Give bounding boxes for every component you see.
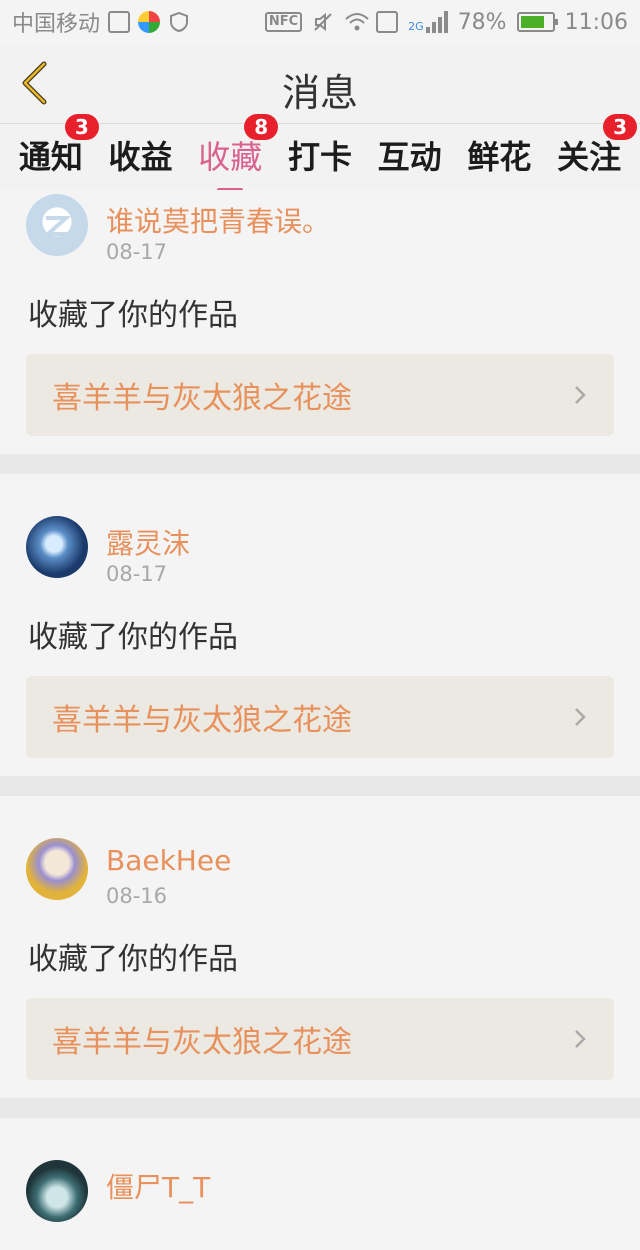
tab-checkin[interactable]: 打卡 [288,126,352,188]
tab-favorites[interactable]: 收藏 8 [198,114,279,192]
chevron-right-icon [575,1030,586,1048]
username[interactable]: 谁说莫把青春误。 [106,200,330,240]
list-item: BaekHee 08-16 收藏了你的作品 喜羊羊与灰太狼之花途 [0,796,640,1118]
nfc-icon: NFC [264,12,303,32]
action-text: 收藏了你的作品 [28,298,238,333]
page-title: 消息 [281,71,358,115]
tab-flowers[interactable]: 鲜花 [467,126,531,188]
work-link[interactable]: 喜羊羊与灰太狼之花途 [26,676,614,758]
clock: 11:06 [564,9,628,35]
unread-badge: 3 [603,114,638,140]
action-text: 收藏了你的作品 [28,620,238,655]
username[interactable]: 露灵沫 [106,522,190,562]
mute-icon [312,11,334,33]
tab-interactions[interactable]: 互动 [378,126,442,188]
signal-icon [425,11,448,33]
shield-icon [168,11,190,33]
sim-icon [376,11,399,33]
work-link[interactable]: 喜羊羊与灰太狼之花途 [26,354,614,436]
tab-bar: 通知 3 收益 收藏 8 打卡 互动 鲜花 关注 3 [0,114,640,192]
list-item: 露灵沫 08-17 收藏了你的作品 喜羊羊与灰太狼之花途 [0,474,640,796]
timestamp: 08-16 [106,884,168,908]
avatar[interactable] [26,194,88,256]
chevron-right-icon [575,386,586,404]
tab-notifications[interactable]: 通知 3 [18,114,99,188]
tab-label: 收藏 [198,138,263,176]
username[interactable]: BaekHee [106,844,231,877]
avatar[interactable] [26,1160,88,1222]
image-notification-icon [108,11,131,33]
message-feed: 谁说莫把青春误。 08-17 收藏了你的作品 喜羊羊与灰太狼之花途 露灵沫 08… [0,190,640,1250]
wifi-icon [344,11,369,33]
chevron-right-icon [575,708,586,726]
status-bar: 中国移动 NFC 2G 78% 11:06 [0,0,640,44]
battery-percent: 78% [457,9,507,35]
tab-earnings[interactable]: 收益 [109,126,173,188]
tab-label: 鲜花 [467,138,532,176]
carrier-label: 中国移动 [12,12,101,37]
list-item: 谁说莫把青春误。 08-17 收藏了你的作品 喜羊羊与灰太狼之花途 [0,190,640,474]
unread-badge: 3 [64,114,99,140]
work-title: 喜羊羊与灰太狼之花途 [52,703,352,738]
battery-icon [516,12,558,32]
username[interactable]: 僵尸T_T [106,1166,210,1206]
signal-group: 2G [408,11,448,33]
avatar[interactable] [26,838,88,900]
app-notification-icon [138,11,161,33]
unread-badge: 8 [244,114,279,140]
tab-label: 收益 [108,138,173,176]
work-title: 喜羊羊与灰太狼之花途 [52,1025,352,1060]
app-header: 消息 [0,44,640,124]
timestamp: 08-17 [106,562,168,586]
avatar[interactable] [26,516,88,578]
tab-label: 关注 [557,138,622,176]
tab-label: 打卡 [287,138,352,176]
timestamp: 08-17 [106,240,168,264]
tab-follows[interactable]: 关注 3 [557,114,638,188]
work-title: 喜羊羊与灰太狼之花途 [52,381,352,416]
work-link[interactable]: 喜羊羊与灰太狼之花途 [26,998,614,1080]
tab-label: 互动 [377,138,442,176]
action-text: 收藏了你的作品 [28,942,238,977]
tab-label: 通知 [18,138,83,176]
network-type-label: 2G [408,20,424,33]
